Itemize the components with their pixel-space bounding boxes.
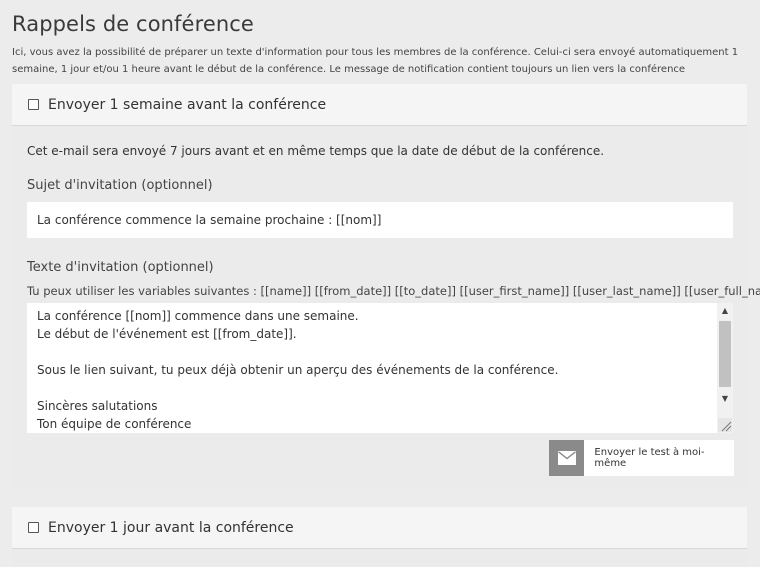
scroll-up-arrow-icon[interactable]: ▲ [717, 303, 733, 319]
subject-label: Sujet d'invitation (optionnel) [27, 178, 213, 193]
textarea-line: La conférence [[nom]] commence dans une … [37, 309, 359, 323]
day-reminder-header[interactable]: Envoyer 1 jour avant la conférence [12, 507, 747, 549]
invitation-textarea[interactable]: La conférence [[nom]] commence dans une … [27, 303, 733, 433]
textarea-line: Ton équipe de conférence [37, 417, 192, 431]
textarea-line [37, 343, 709, 361]
textarea-scrollbar[interactable]: ▲ ▼ [717, 303, 733, 433]
textarea-line [37, 379, 709, 397]
textarea-line: Sous le lien suivant, tu peux déjà obten… [37, 363, 559, 377]
text-label: Texte d'invitation (optionnel) [27, 260, 214, 275]
day-reminder-checkbox-label[interactable]: Envoyer 1 jour avant la conférence [48, 520, 294, 536]
send-test-label: Envoyer le test à moi-même [594, 447, 705, 469]
textarea-line: Le début de l'événement est [[from_date]… [37, 327, 297, 341]
week-reminder-checkbox-label[interactable]: Envoyer 1 semaine avant la conférence [48, 97, 326, 113]
subject-input[interactable]: La conférence commence la semaine procha… [27, 202, 733, 238]
page-title: Rappels de conférence [12, 12, 254, 36]
textarea-line: Sincères salutations [37, 399, 158, 413]
variables-hint: Tu peux utiliser les variables suivantes… [27, 284, 760, 298]
week-reminder-checkbox[interactable] [28, 99, 39, 110]
envelope-icon [549, 440, 585, 476]
send-test-button[interactable]: Envoyer le test à moi-même [549, 440, 734, 476]
scrollbar-thumb[interactable] [719, 321, 731, 387]
page-intro: Ici, vous avez la possibilité de prépare… [12, 47, 739, 75]
scroll-down-arrow-icon[interactable]: ▼ [717, 391, 733, 407]
week-reminder-section: Envoyer 1 semaine avant la conférence Ce… [12, 84, 760, 489]
day-reminder-checkbox[interactable] [28, 522, 39, 533]
week-reminder-description: Cet e-mail sera envoyé 7 jours avant et … [27, 144, 605, 158]
week-reminder-header[interactable]: Envoyer 1 semaine avant la conférence [12, 84, 747, 126]
day-reminder-section: Envoyer 1 jour avant la conférence [12, 507, 747, 567]
resize-handle-icon[interactable] [718, 418, 732, 432]
